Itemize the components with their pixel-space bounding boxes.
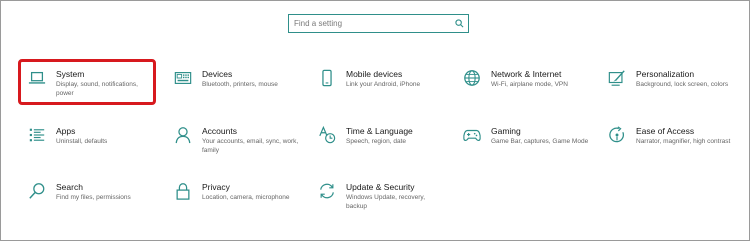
person-icon xyxy=(173,125,193,145)
tile-description: Uninstall, defaults xyxy=(56,138,108,145)
tile-description: Find my files, permissions xyxy=(56,194,131,201)
keyboard-icon xyxy=(173,68,193,88)
phone-icon xyxy=(317,68,337,88)
tile-personalization[interactable]: Personalization Background, lock screen,… xyxy=(607,68,742,114)
tile-description: Wi-Fi, airplane mode, VPN xyxy=(491,81,568,88)
tile-title: Ease of Access xyxy=(636,126,695,136)
tile-update-security[interactable]: Update & Security Windows Update, recove… xyxy=(317,181,452,227)
tile-description: Location, camera, microphone xyxy=(202,194,290,201)
tile-description: Narrator, magnifier, high contrast xyxy=(636,138,731,145)
settings-window: Find a setting System Display, sound, no… xyxy=(0,0,750,241)
tile-search[interactable]: Search Find my files, permissions xyxy=(27,181,162,227)
tile-title: Apps xyxy=(56,126,76,136)
tile-description: Link your Android, iPhone xyxy=(346,81,421,88)
search-icon[interactable] xyxy=(454,19,464,29)
globe-icon xyxy=(462,68,482,88)
tile-network-internet[interactable]: Network & Internet Wi-Fi, airplane mode,… xyxy=(462,68,597,114)
paint-icon xyxy=(607,68,627,88)
tile-description: Bluetooth, printers, mouse xyxy=(202,81,278,88)
search-input[interactable]: Find a setting xyxy=(294,19,454,28)
tile-description: Windows Update, recovery, backup xyxy=(346,194,425,210)
search-box[interactable]: Find a setting xyxy=(288,14,469,33)
tile-ease-of-access[interactable]: Ease of Access Narrator, magnifier, high… xyxy=(607,125,742,171)
tile-description: Speech, region, date xyxy=(346,138,406,145)
apps-list-icon xyxy=(27,125,47,145)
tile-privacy[interactable]: Privacy Location, camera, microphone xyxy=(173,181,308,227)
time-language-icon xyxy=(317,125,337,145)
tile-title: Devices xyxy=(202,69,233,79)
tile-title: Search xyxy=(56,182,83,192)
tile-title: System xyxy=(56,69,85,79)
tile-mobile-devices[interactable]: Mobile devices Link your Android, iPhone xyxy=(317,68,452,114)
ease-of-access-icon xyxy=(607,125,627,145)
tile-title: Personalization xyxy=(636,69,695,79)
gamepad-icon xyxy=(462,125,482,145)
tile-title: Network & Internet xyxy=(491,69,562,79)
tile-description: Background, lock screen, colors xyxy=(636,81,729,88)
tile-title: Privacy xyxy=(202,182,230,192)
lock-icon xyxy=(173,181,193,201)
search-icon xyxy=(27,181,47,201)
update-icon xyxy=(317,181,337,201)
tile-description: Your accounts, email, sync, work, family xyxy=(202,138,299,154)
tile-description: Display, sound, notifications, power xyxy=(56,81,138,97)
tile-title: Mobile devices xyxy=(346,69,403,79)
tile-devices[interactable]: Devices Bluetooth, printers, mouse xyxy=(173,68,308,114)
tile-accounts[interactable]: Accounts Your accounts, email, sync, wor… xyxy=(173,125,308,171)
tile-title: Time & Language xyxy=(346,126,413,136)
tile-title: Gaming xyxy=(491,126,521,136)
tile-time-language[interactable]: Time & Language Speech, region, date xyxy=(317,125,452,171)
tile-description: Game Bar, captures, Game Mode xyxy=(491,138,589,145)
tile-apps[interactable]: Apps Uninstall, defaults xyxy=(27,125,162,171)
tile-title: Accounts xyxy=(202,126,237,136)
tile-system[interactable]: System Display, sound, notifications, po… xyxy=(27,68,162,114)
tile-title: Update & Security xyxy=(346,182,415,192)
tile-gaming[interactable]: Gaming Game Bar, captures, Game Mode xyxy=(462,125,597,171)
laptop-icon xyxy=(27,68,47,88)
